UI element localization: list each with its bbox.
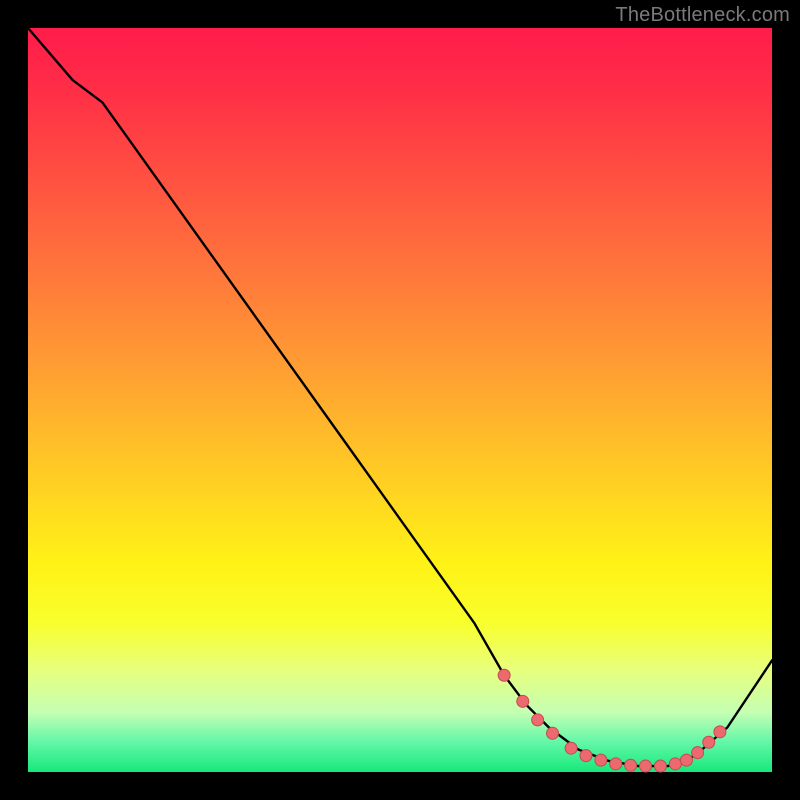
watermark-text: TheBottleneck.com — [615, 4, 790, 27]
chart-plot-area — [28, 28, 772, 772]
chart-stage: TheBottleneck.com — [0, 0, 800, 800]
curve-marker — [532, 714, 544, 726]
curve-marker — [547, 727, 559, 739]
curve-marker — [640, 760, 652, 772]
curve-marker — [517, 695, 529, 707]
curve-marker — [565, 742, 577, 754]
curve-marker — [692, 747, 704, 759]
curve-marker — [680, 754, 692, 766]
curve-marker — [669, 758, 681, 770]
curve-marker — [595, 754, 607, 766]
curve-marker — [625, 759, 637, 771]
chart-svg — [28, 28, 772, 772]
curve-line — [28, 28, 772, 766]
curve-marker — [610, 758, 622, 770]
curve-marker — [654, 760, 666, 772]
curve-markers — [498, 669, 726, 772]
curve-marker — [498, 669, 510, 681]
curve-marker — [703, 736, 715, 748]
curve-marker — [714, 726, 726, 738]
curve-marker — [580, 750, 592, 762]
